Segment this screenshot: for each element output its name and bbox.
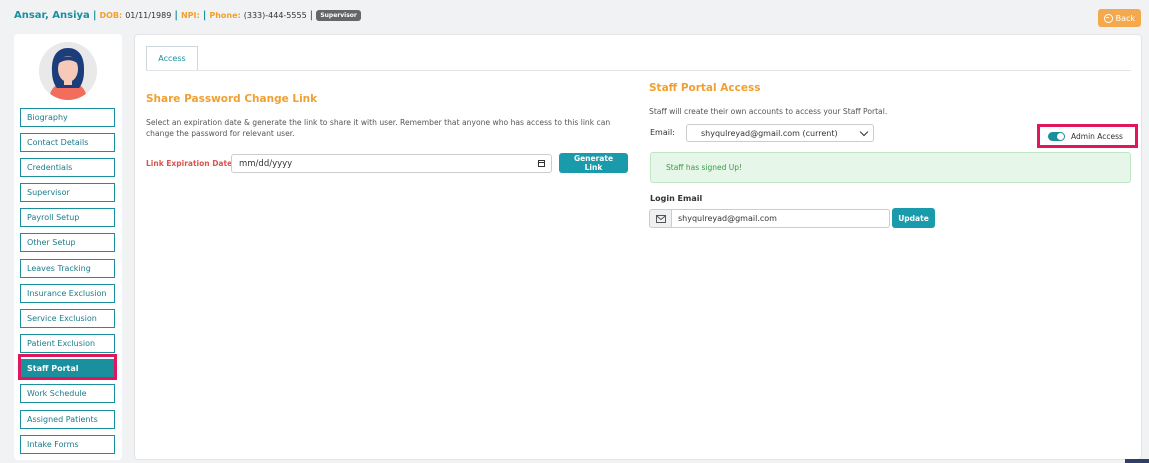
login-email-addon — [649, 209, 671, 228]
female-avatar-icon — [39, 42, 97, 100]
sidebar-item-supervisor[interactable]: Supervisor — [20, 183, 115, 202]
sidebar: Biography Contact Details Credentials Su… — [14, 34, 122, 460]
calendar-icon[interactable] — [538, 160, 545, 167]
email-label: Email: — [650, 128, 675, 137]
staff-name: Ansar, Ansiya — [14, 9, 90, 21]
email-select-value: shyqulreyad@gmail.com (current) — [701, 128, 838, 138]
admin-access-label: Admin Access — [1071, 131, 1123, 141]
login-email-label: Login Email — [650, 194, 703, 203]
login-email-input[interactable]: shyqulreyad@gmail.com — [671, 209, 890, 228]
sidebar-item-biography[interactable]: Biography — [20, 108, 115, 127]
sidebar-item-staff-portal[interactable]: Staff Portal — [20, 359, 115, 378]
sidebar-item-insurance-exclusion[interactable]: Insurance Exclusion — [20, 284, 115, 303]
email-select[interactable]: shyqulreyad@gmail.com (current) — [686, 124, 874, 142]
tab-access[interactable]: Access — [146, 46, 198, 71]
tab-divider — [146, 70, 1131, 71]
share-link-title: Share Password Change Link — [146, 93, 318, 105]
link-expiration-label: Link Expiration Date — [146, 159, 233, 168]
header-separator: | — [174, 9, 178, 21]
generate-link-button[interactable]: Generate Link — [559, 153, 628, 173]
signup-status-text: Staff has signed Up! — [666, 163, 743, 172]
main-panel: Access Share Password Change Link Select… — [134, 34, 1142, 460]
expiration-date-input[interactable]: mm/dd/yyyy — [231, 154, 552, 173]
header-separator: | — [202, 9, 207, 21]
role-badge: Supervisor — [316, 9, 361, 21]
signup-status-alert: Staff has signed Up! — [650, 152, 1131, 183]
sidebar-item-intake-forms[interactable]: Intake Forms — [20, 435, 115, 454]
update-button[interactable]: Update — [892, 208, 935, 228]
sidebar-item-payroll-setup[interactable]: Payroll Setup — [20, 208, 115, 227]
date-placeholder: mm/dd/yyyy — [239, 158, 293, 169]
dob-value: 01/11/1989 — [125, 10, 172, 20]
share-link-description: Select an expiration date & generate the… — [146, 118, 611, 138]
sidebar-item-patient-exclusion[interactable]: Patient Exclusion — [20, 334, 115, 353]
dob-label: DOB: — [99, 10, 123, 20]
avatar — [39, 42, 97, 100]
npi-label: NPI: — [180, 10, 200, 20]
sidebar-item-other-setup[interactable]: Other Setup — [20, 233, 115, 252]
sidebar-item-service-exclusion[interactable]: Service Exclusion — [20, 309, 115, 328]
sidebar-item-contact-details[interactable]: Contact Details — [20, 133, 115, 152]
staff-portal-description: Staff will create their own accounts to … — [649, 107, 888, 116]
corner-decoration — [1125, 459, 1149, 463]
back-button[interactable]: Back — [1098, 9, 1141, 27]
phone-value: (333)-444-5555 — [243, 10, 307, 20]
header-separator: | — [309, 9, 314, 21]
admin-access-highlight-box: Admin Access — [1037, 124, 1138, 148]
envelope-icon — [655, 214, 666, 223]
phone-label: Phone: — [209, 10, 241, 20]
staff-header: Ansar, Ansiya | DOB: 01/11/1989 | NPI: |… — [14, 8, 361, 22]
sidebar-item-credentials[interactable]: Credentials — [20, 158, 115, 177]
staff-portal-title: Staff Portal Access — [649, 82, 761, 94]
chevron-down-icon — [859, 127, 869, 137]
back-button-label: Back — [1115, 13, 1135, 23]
sidebar-item-leaves-tracking[interactable]: Leaves Tracking — [20, 259, 115, 278]
sidebar-item-assigned-patients[interactable]: Assigned Patients — [20, 410, 115, 429]
sidebar-item-work-schedule[interactable]: Work Schedule — [20, 384, 115, 403]
header-separator: | — [92, 9, 97, 21]
back-circle-icon — [1104, 13, 1113, 23]
admin-access-toggle[interactable] — [1048, 131, 1065, 141]
login-email-value: shyqulreyad@gmail.com — [678, 214, 777, 223]
